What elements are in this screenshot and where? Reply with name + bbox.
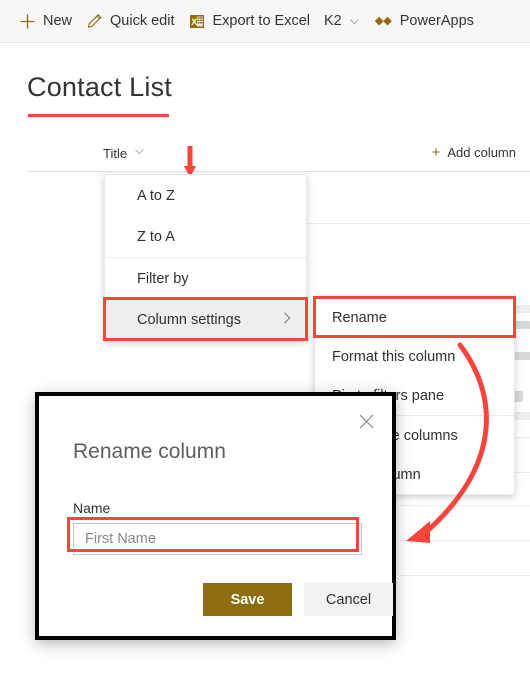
list-row-divider [400,575,530,576]
save-button[interactable]: Save [203,583,292,616]
submenu-item-rename[interactable]: Rename [315,298,514,337]
add-column-label: Add column [447,145,516,160]
command-bar: New Quick edit X Export to Excel K2 Powe… [0,0,530,43]
title-underline-annotation [28,114,169,117]
menu-item-label: Z to A [137,228,175,245]
export-to-excel-button[interactable]: X Export to Excel [182,1,318,41]
menu-item-label: Column settings [137,311,241,328]
k2-label: K2 [324,13,342,29]
excel-icon: X [189,13,206,30]
menu-item-filter-by[interactable]: Filter by [105,258,306,299]
new-button[interactable]: New [12,1,79,41]
column-header-label: Title [103,145,128,161]
export-to-excel-label: Export to Excel [212,13,311,29]
list-row-divider [400,505,530,506]
powerapps-label: PowerApps [399,13,474,29]
menu-item-label: Format this column [332,348,456,365]
menu-item-column-settings[interactable]: Column settings [105,299,306,340]
powerapps-button[interactable]: PowerApps [368,1,481,41]
close-icon[interactable] [352,407,380,435]
page-title: Contact List [27,72,172,102]
svg-text:X: X [191,17,197,27]
dialog-title: Rename column [73,440,226,463]
rename-column-dialog: Rename column Name Save Cancel [35,392,396,640]
add-column-button[interactable]: + Add column [432,145,516,160]
pencil-icon [86,13,103,30]
menu-item-label: A to Z [137,187,175,204]
name-field-label: Name [73,500,111,516]
list-row-divider [400,540,530,541]
chevron-down-icon [348,15,361,28]
menu-item-a-to-z[interactable]: A to Z [105,175,306,216]
chevron-right-icon [282,311,293,328]
quick-edit-label: Quick edit [110,13,175,29]
name-input[interactable] [73,523,362,555]
powerapps-icon [374,14,393,28]
menu-item-z-to-a[interactable]: Z to A [105,216,306,257]
k2-menu-button[interactable]: K2 [317,1,368,41]
header-divider [27,171,530,172]
menu-item-label: Filter by [137,270,189,287]
submenu-item-format-this-column[interactable]: Format this column [315,337,514,376]
new-label: New [43,13,73,29]
column-header-title[interactable]: Title [103,145,146,161]
column-context-menu: A to Z Z to A Filter by Column settings [104,174,307,341]
list-row-placeholder [514,391,523,402]
cancel-button[interactable]: Cancel [304,583,393,616]
app-root: New Quick edit X Export to Excel K2 Powe… [0,0,530,674]
chevron-down-icon [133,145,146,161]
quick-edit-button[interactable]: Quick edit [79,1,181,41]
plus-icon: + [431,144,441,161]
list-row-divider [307,223,530,224]
plus-icon [19,13,36,30]
menu-item-label: Rename [332,309,387,326]
